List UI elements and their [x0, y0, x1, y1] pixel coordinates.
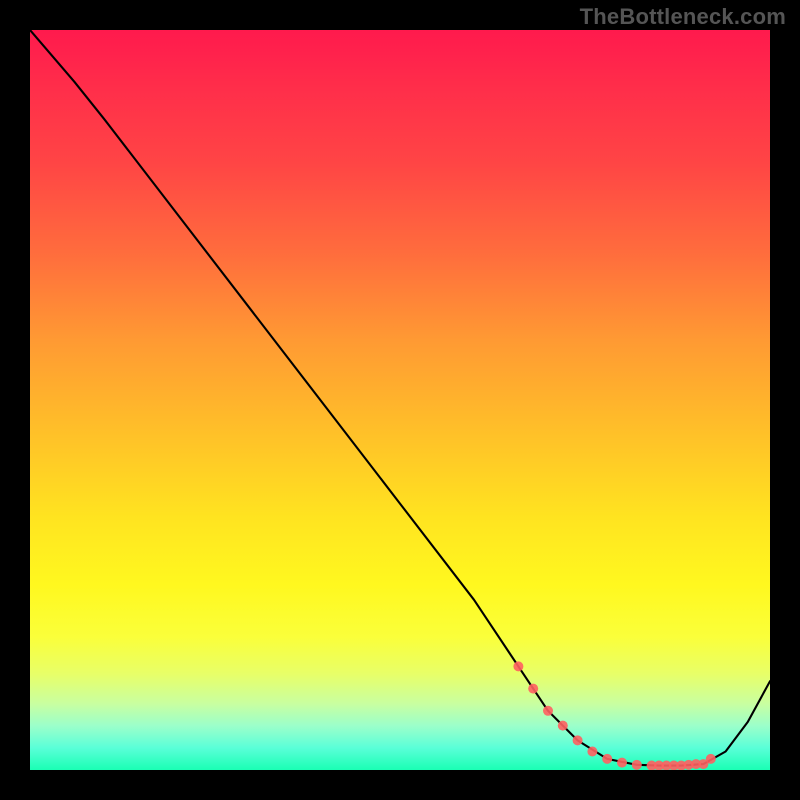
watermark-text: TheBottleneck.com: [580, 4, 786, 30]
curve-svg: [30, 30, 770, 770]
highlight-dot: [617, 758, 627, 768]
highlight-dot: [632, 760, 642, 770]
highlight-dot: [602, 754, 612, 764]
chart-frame: TheBottleneck.com: [0, 0, 800, 800]
highlight-dots: [513, 661, 715, 770]
plot-area: [30, 30, 770, 770]
highlight-dot: [513, 661, 523, 671]
highlight-dot: [587, 747, 597, 757]
bottleneck-curve: [30, 30, 770, 766]
highlight-dot: [558, 721, 568, 731]
highlight-dot: [573, 735, 583, 745]
highlight-dot: [543, 706, 553, 716]
highlight-dot: [706, 754, 716, 764]
highlight-dot: [528, 684, 538, 694]
